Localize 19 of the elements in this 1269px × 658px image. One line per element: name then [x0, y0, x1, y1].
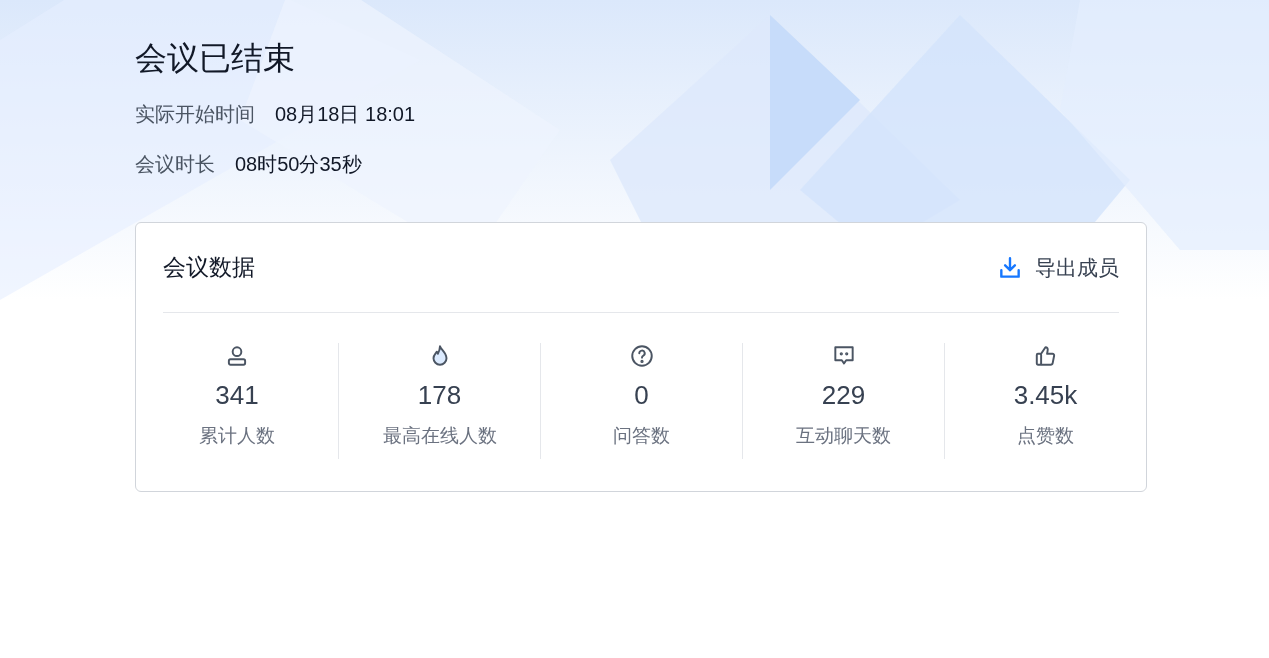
stat-label: 最高在线人数 — [382, 424, 497, 448]
card-title: 会议数据 — [163, 253, 255, 283]
info-label: 会议时长 — [135, 152, 215, 177]
stat-value: 3.45k — [1013, 379, 1078, 411]
export-button[interactable]: 导出成员 — [997, 251, 1119, 284]
info-label: 实际开始时间 — [135, 102, 255, 127]
info-value: 08月18日 18:01 — [275, 102, 416, 127]
stat-value: 229 — [821, 379, 866, 411]
download-icon — [997, 254, 1023, 281]
stat-label: 累计人数 — [199, 424, 275, 448]
stat-value: 341 — [215, 379, 259, 411]
stat-value: 178 — [417, 379, 462, 411]
stat-label: 点赞数 — [1017, 424, 1074, 448]
page-title: 会议已结束 — [135, 39, 296, 78]
stat-value: 0 — [634, 379, 649, 411]
stat-label: 互动聊天数 — [796, 424, 891, 448]
question-icon — [628, 343, 655, 369]
info-value: 08时50分35秒 — [235, 152, 362, 177]
stat-label: 问答数 — [613, 424, 670, 448]
